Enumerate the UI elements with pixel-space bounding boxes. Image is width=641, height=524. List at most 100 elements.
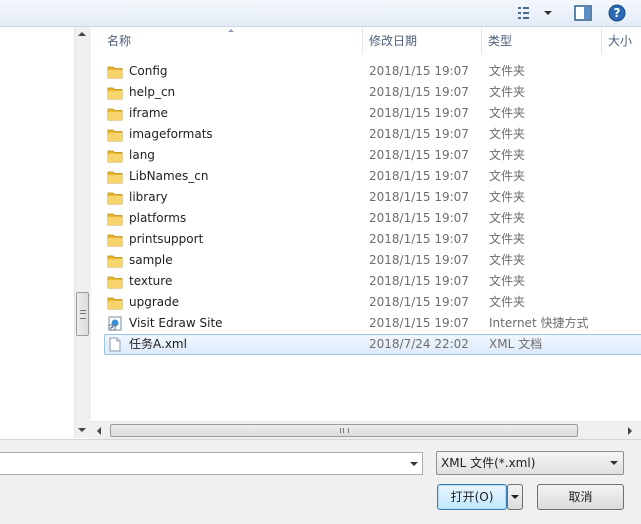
file-type: 文件夹 — [489, 148, 526, 162]
preview-pane-button[interactable] — [572, 3, 594, 23]
horizontal-scrollbar[interactable] — [91, 421, 641, 439]
column-type[interactable]: 类型 — [482, 27, 602, 54]
document-icon — [107, 337, 123, 352]
file-type: 文件夹 — [489, 232, 526, 246]
column-header: 名称 修改日期 类型 大小 — [91, 27, 641, 54]
file-date: 2018/1/15 19:07 — [369, 253, 469, 267]
dialog-footer: XML 文件(*.xml) 打开(O) 取消 — [0, 439, 641, 524]
preview-pane-icon — [574, 5, 592, 21]
sort-ascending-icon — [228, 29, 234, 32]
open-button[interactable]: 打开(O) — [437, 484, 507, 510]
file-type-label: XML 文件(*.xml) — [441, 456, 536, 470]
cancel-button[interactable]: 取消 — [537, 484, 624, 510]
folder-icon — [107, 64, 123, 79]
file-name: upgrade — [129, 295, 180, 309]
folder-icon — [107, 190, 123, 205]
filename-combobox[interactable] — [0, 452, 423, 475]
list-item[interactable]: lang 2018/1/15 19:07 文件夹 — [104, 145, 641, 166]
list-item[interactable]: iframe 2018/1/15 19:07 文件夹 — [104, 103, 641, 124]
file-name: imageformats — [129, 127, 213, 141]
folder-icon — [107, 106, 123, 121]
folder-icon — [107, 253, 123, 268]
file-date: 2018/1/15 19:07 — [369, 316, 469, 330]
file-name: Config — [129, 64, 168, 78]
file-type: 文件夹 — [489, 211, 526, 225]
scroll-up-icon[interactable] — [78, 32, 86, 36]
file-list: 名称 修改日期 类型 大小 Config 2018/1/15 19:07 文件夹 he… — [91, 27, 641, 421]
file-type: 文件夹 — [489, 190, 526, 204]
list-item[interactable]: texture 2018/1/15 19:07 文件夹 — [104, 271, 641, 292]
help-button[interactable]: ? — [605, 3, 629, 23]
command-bar: ? — [0, 0, 641, 27]
list-item[interactable]: Visit Edraw Site 2018/1/15 19:07 Internet … — [104, 313, 641, 334]
folder-icon — [107, 127, 123, 142]
file-date: 2018/1/15 19:07 — [369, 106, 469, 120]
file-type: 文件夹 — [489, 85, 526, 99]
help-icon: ? — [608, 4, 626, 22]
file-date: 2018/1/15 19:07 — [369, 85, 469, 99]
file-date: 2018/1/15 19:07 — [369, 274, 469, 288]
file-date: 2018/1/15 19:07 — [369, 190, 469, 204]
file-name: 任务A.xml — [129, 337, 187, 351]
file-name: printsupport — [129, 232, 204, 246]
list-item[interactable]: sample 2018/1/15 19:07 文件夹 — [104, 250, 641, 271]
horizontal-scroll-thumb[interactable] — [110, 424, 578, 437]
file-name: lang — [129, 148, 155, 162]
list-item[interactable]: imageformats 2018/1/15 19:07 文件夹 — [104, 124, 641, 145]
view-list-icon — [518, 7, 552, 19]
column-size[interactable]: 大小 — [602, 27, 641, 54]
scroll-right-icon[interactable] — [628, 427, 632, 435]
file-date: 2018/1/15 19:07 — [369, 148, 469, 162]
column-date[interactable]: 修改日期 — [363, 27, 482, 54]
list-item[interactable]: upgrade 2018/1/15 19:07 文件夹 — [104, 292, 641, 313]
list-item[interactable]: help_cn 2018/1/15 19:07 文件夹 — [104, 82, 641, 103]
folder-icon — [107, 169, 123, 184]
file-type: 文件夹 — [489, 106, 526, 120]
open-options-button[interactable] — [507, 484, 523, 510]
svg-text:?: ? — [614, 6, 621, 20]
folder-icon — [107, 274, 123, 289]
navigation-pane[interactable] — [0, 27, 75, 438]
folder-icon — [107, 232, 123, 247]
folder-icon — [107, 295, 123, 310]
file-name: sample — [129, 253, 173, 267]
file-date: 2018/7/24 22:02 — [369, 337, 469, 351]
list-item[interactable]: library 2018/1/15 19:07 文件夹 — [104, 187, 641, 208]
file-name: help_cn — [129, 85, 176, 99]
change-view-button[interactable] — [516, 3, 556, 23]
file-name: Visit Edraw Site — [129, 316, 223, 330]
folder-icon — [107, 85, 123, 100]
file-type: 文件夹 — [489, 274, 526, 288]
file-name: platforms — [129, 211, 187, 225]
file-name: LibNames_cn — [129, 169, 209, 183]
scroll-left-icon[interactable] — [97, 427, 101, 435]
file-type-filter[interactable]: XML 文件(*.xml) — [436, 451, 624, 475]
file-type: 文件夹 — [489, 127, 526, 141]
file-date: 2018/1/15 19:07 — [369, 169, 469, 183]
file-type: 文件夹 — [489, 295, 526, 309]
scroll-thumb[interactable] — [76, 292, 89, 336]
grip-icon — [80, 310, 86, 319]
navigation-scrollbar[interactable] — [74, 27, 92, 438]
file-type: 文件夹 — [489, 253, 526, 267]
file-type: 文件夹 — [489, 64, 526, 78]
file-type: Internet 快捷方式 — [489, 316, 589, 330]
grip-icon — [340, 428, 349, 433]
chevron-down-icon — [610, 461, 618, 465]
shortcut-icon — [107, 316, 123, 331]
file-name: iframe — [129, 106, 168, 120]
file-type: 文件夹 — [489, 169, 526, 183]
scroll-down-icon[interactable] — [78, 428, 86, 432]
chevron-down-icon[interactable] — [410, 462, 418, 466]
list-item-selected[interactable]: 任务A.xml 2018/7/24 22:02 XML 文档 — [104, 334, 641, 355]
list-item[interactable]: LibNames_cn 2018/1/15 19:07 文件夹 — [104, 166, 641, 187]
file-name: texture — [129, 274, 173, 288]
folder-icon — [107, 148, 123, 163]
list-item[interactable]: Config 2018/1/15 19:07 文件夹 — [104, 61, 641, 82]
file-type: XML 文档 — [489, 337, 543, 351]
file-date: 2018/1/15 19:07 — [369, 295, 469, 309]
file-date: 2018/1/15 19:07 — [369, 64, 469, 78]
list-item[interactable]: printsupport 2018/1/15 19:07 文件夹 — [104, 229, 641, 250]
file-date: 2018/1/15 19:07 — [369, 232, 469, 246]
list-item[interactable]: platforms 2018/1/15 19:07 文件夹 — [104, 208, 641, 229]
